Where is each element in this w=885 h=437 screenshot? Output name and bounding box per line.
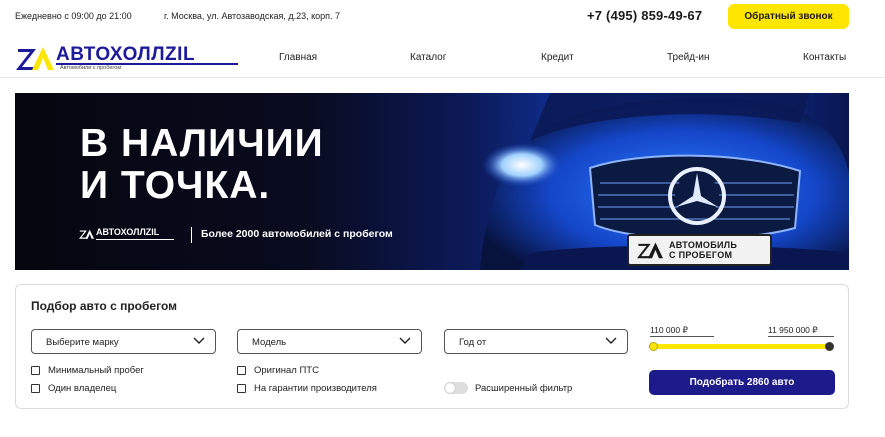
logo-mark-icon [79, 229, 94, 239]
nav-item-trade-in[interactable]: Трейд-ин [667, 52, 710, 63]
price-slider-min-handle[interactable] [649, 342, 658, 351]
logo-tagline: Автомобили с пробегом [60, 65, 122, 71]
checkbox-box[interactable] [237, 366, 246, 375]
plate-text: АВТОМОБИЛЬ С ПРОБЕГОМ [669, 240, 737, 260]
hero-headline-line2: И ТОЧКА. [80, 164, 271, 207]
hero-banner[interactable]: В НАЛИЧИИ И ТОЧКА. АВТОХОЛЛZIL Более 200… [15, 93, 849, 270]
hero-divider [191, 227, 192, 243]
nav-item-contacts[interactable]: Контакты [803, 52, 846, 63]
nav-item-catalog[interactable]: Каталог [410, 52, 446, 63]
checkbox-label: Оригинал ПТС [254, 365, 319, 376]
logo-mark-icon [637, 242, 663, 259]
price-slider-track[interactable] [653, 344, 831, 349]
working-hours: Ежедневно с 09:00 до 21:00 [15, 11, 132, 21]
price-max-input[interactable]: 11 950 000 ₽ [768, 325, 818, 336]
hero-mini-logo: АВТОХОЛЛZIL [79, 227, 174, 241]
car-filter-panel: Подбор авто с пробегом Выберите марку Мо… [15, 284, 849, 409]
nav-item-home[interactable]: Главная [279, 52, 317, 63]
plate-line1: АВТОМОБИЛЬ [669, 240, 738, 250]
main-nav: АВТОХОЛЛZIL Автомобили с пробегом Главна… [0, 38, 885, 78]
hero-subline: Более 2000 автомобилей с пробегом [201, 228, 393, 240]
site-logo[interactable]: АВТОХОЛЛZIL Автомобили с пробегом [16, 44, 238, 74]
hero-headline: В НАЛИЧИИ И ТОЧКА. [80, 123, 324, 207]
brand-select[interactable]: Выберите марку [31, 329, 216, 354]
phone-link[interactable]: +7 (495) 859-49-67 [587, 8, 702, 23]
price-slider-max-handle[interactable] [825, 342, 834, 351]
checkbox-label: Минимальный пробег [48, 365, 144, 376]
price-max-underline [768, 336, 834, 337]
filter-title: Подбор авто с пробегом [31, 299, 177, 313]
model-select[interactable]: Модель [237, 329, 422, 354]
checkbox-box[interactable] [31, 384, 40, 393]
checkbox-box[interactable] [31, 366, 40, 375]
plate-line2: С ПРОБЕГОМ [669, 250, 733, 260]
checkbox-label: Один владелец [48, 383, 117, 394]
top-bar: Ежедневно с 09:00 до 21:00 г. Москва, ул… [0, 0, 885, 34]
nav-item-credit[interactable]: Кредит [541, 52, 574, 63]
checkbox-label: На гарантии производителя [254, 383, 377, 394]
toggle-knob [445, 383, 455, 393]
hero-mini-brand: АВТОХОЛЛZIL [96, 227, 160, 237]
brand-select-value: Выберите марку [46, 337, 119, 348]
chevron-down-icon [193, 337, 205, 344]
year-select[interactable]: Год от [444, 329, 628, 354]
price-min-input[interactable]: 110 000 ₽ [650, 325, 688, 336]
model-select-value: Модель [252, 337, 287, 348]
callback-button[interactable]: Обратный звонок [728, 4, 849, 29]
checkbox-box[interactable] [237, 384, 246, 393]
chevron-down-icon [399, 337, 411, 344]
chevron-down-icon [605, 337, 617, 344]
address: г. Москва, ул. Автозаводская, д.23, корп… [164, 11, 341, 21]
license-plate: АВТОМОБИЛЬ С ПРОБЕГОМ [627, 234, 772, 266]
price-min-underline [650, 336, 714, 337]
logo-mark-icon [16, 47, 54, 70]
extended-filter-toggle[interactable] [444, 382, 468, 394]
search-submit-button[interactable]: Подобрать 2860 авто [649, 370, 835, 395]
year-select-value: Год от [459, 337, 487, 348]
extended-filter-label: Расширенный фильтр [475, 383, 573, 394]
hero-headline-line1: В НАЛИЧИИ [80, 122, 324, 165]
hero-mini-underline [96, 239, 174, 240]
